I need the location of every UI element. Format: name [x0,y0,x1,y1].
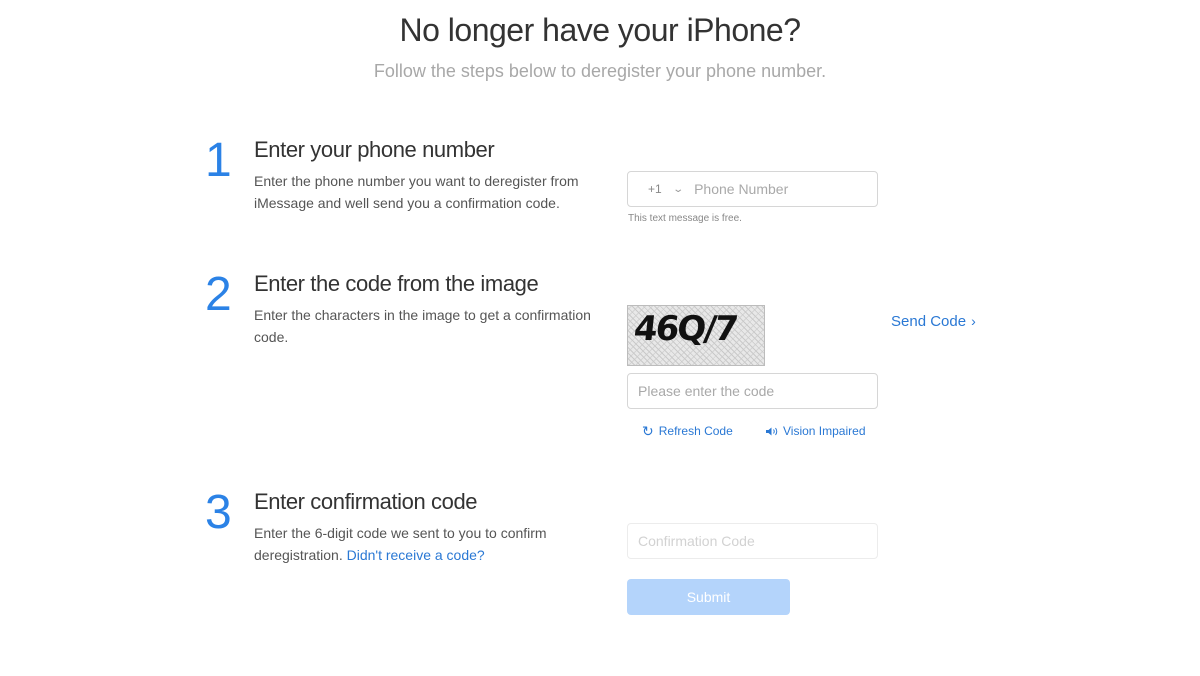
confirmation-code-field [627,523,878,559]
step-2-title: Enter the code from the image [254,271,539,296]
step-1-description: Enter the phone number you want to dereg… [254,173,579,211]
phone-number-input[interactable] [682,172,877,206]
page-subtitle: Follow the steps below to deregister you… [373,61,827,81]
send-code-button[interactable]: Send Code › [891,313,976,330]
speaker-icon [766,427,778,435]
confirmation-code-input[interactable] [628,524,877,558]
captcha-text: 46Q/7 [631,309,739,349]
step-1-number: 1 [205,134,232,187]
deregister-page: No longer have your iPhone? Follow the s… [0,0,1200,676]
captcha-code-field [627,373,878,409]
send-code-label: Send Code [891,313,967,330]
chevron-down-icon: ⌄ [672,183,684,195]
chevron-right-icon: › [971,313,976,329]
vision-impaired-label: Vision Impaired [783,424,866,438]
refresh-code-label: Refresh Code [658,424,733,438]
step-3-description: Enter the 6-digit code we sent to you to… [254,522,604,566]
submit-button[interactable]: Submit [627,579,790,615]
country-code-select[interactable]: +1 ⌄ [628,172,684,206]
resend-code-link[interactable]: Didn't receive a code? [347,547,485,563]
phone-number-field: +1 ⌄ [627,171,878,207]
page-title: No longer have your iPhone? [399,12,802,48]
step-1-title: Enter your phone number [254,137,495,162]
refresh-code-button[interactable]: ↻ Refresh Code [642,424,733,438]
step-2-description: Enter the characters in the image to get… [254,307,591,345]
vision-impaired-button[interactable]: Vision Impaired [765,424,866,438]
captcha-image: 46Q/7 [627,305,765,366]
country-code-value: +1 [648,182,662,196]
phone-hint: This text message is free. [628,213,742,224]
step-3-number: 3 [205,486,232,539]
captcha-code-input[interactable] [628,374,877,408]
refresh-icon: ↻ [642,423,654,439]
step-2-number: 2 [205,268,232,321]
step-3-title: Enter confirmation code [254,489,478,514]
